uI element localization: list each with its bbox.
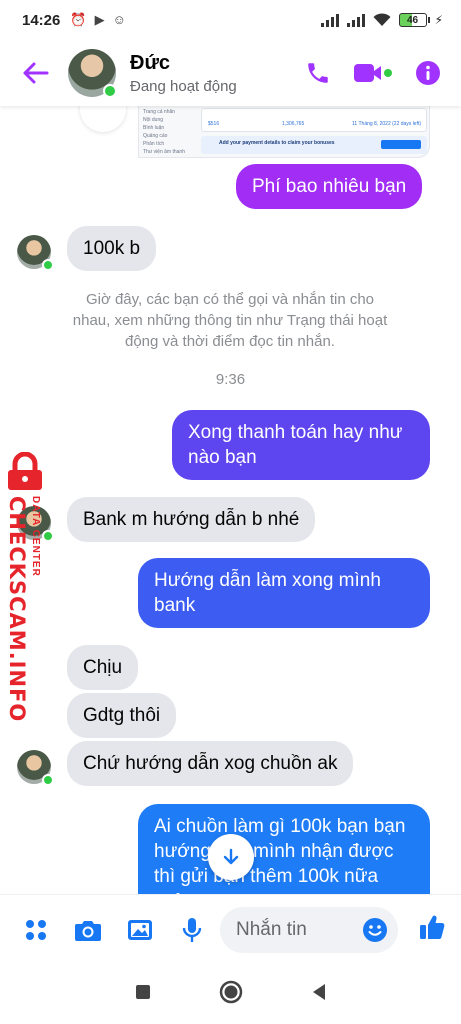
gallery-button[interactable]: [126, 916, 154, 944]
signal-icon: [320, 13, 339, 27]
video-call-button[interactable]: [353, 61, 393, 85]
home-nav-button[interactable]: [219, 980, 243, 1009]
emoji-icon: [363, 917, 387, 942]
contact-info[interactable]: Đức Đang hoạt động: [130, 52, 237, 95]
image-text: Nội dung: [143, 117, 164, 123]
lock-icon: [8, 452, 42, 490]
charging-icon: ⚡: [434, 13, 443, 27]
battery-level: 46: [407, 14, 419, 26]
reaction-button[interactable]: [80, 106, 126, 132]
emoji-button[interactable]: [362, 917, 388, 949]
online-indicator: [42, 774, 54, 786]
info-button[interactable]: [415, 60, 441, 86]
contact-avatar[interactable]: [68, 49, 117, 98]
image-stat: 1,306,765: [282, 121, 305, 127]
like-icon: [420, 915, 445, 940]
shared-image[interactable]: Trang cá nhân Nội dung Bình luận Quảng c…: [138, 106, 430, 158]
phone-icon: [308, 63, 328, 83]
contact-name: Đức: [130, 51, 171, 74]
system-note: Giờ đây, các bạn có thể gọi và nhắn tin …: [72, 291, 388, 350]
message-list[interactable]: Trang cá nhân Nội dung Bình luận Quảng c…: [0, 106, 461, 894]
voice-button[interactable]: [178, 916, 206, 944]
mic-icon: [182, 917, 202, 942]
call-button[interactable]: [305, 60, 331, 86]
info-icon: [416, 61, 440, 85]
image-text: Thư viện âm thanh: [143, 149, 185, 155]
image-button: [381, 140, 421, 149]
message-bubble-in[interactable]: Gdtg thôi: [67, 693, 177, 738]
image-text: Bình luận: [143, 125, 165, 131]
status-bar: 14:26 ⏰ ▶ ☺ 46 ⚡: [0, 0, 461, 40]
watermark-text: CHECKSCAM.INFO: [5, 496, 29, 723]
alarm-icon: ⏰: [70, 12, 87, 27]
menu-dots-icon: [26, 919, 46, 940]
back-arrow-icon: [23, 62, 49, 84]
chat-header: Đức Đang hoạt động: [0, 40, 461, 106]
video-icon: [354, 64, 392, 82]
camera-button[interactable]: [74, 916, 102, 944]
image-text: Trang cá nhân: [143, 109, 176, 115]
image-text: Phân tích: [143, 141, 165, 147]
message-bubble-out[interactable]: Xong thanh toán hay như nào bạn: [172, 410, 430, 480]
watermark-subtext: DATA CENTER: [30, 496, 41, 577]
signal-icon-2: [346, 13, 365, 27]
image-stats-panel: $516 1,306,765 11 Tháng 8, 2022 (22 days…: [201, 108, 427, 132]
scroll-down-button[interactable]: [208, 834, 254, 880]
back-nav-icon: [312, 983, 325, 1000]
message-bubble-out[interactable]: Hướng dẫn làm xong mình bank: [138, 558, 430, 628]
scroll-down-icon: [223, 848, 239, 865]
recents-nav-button[interactable]: [135, 984, 151, 1005]
image-stat: $516: [208, 121, 220, 127]
message-bubble-out[interactable]: Phí bao nhiêu bạn: [236, 164, 423, 209]
online-indicator: [42, 259, 54, 271]
image-sidebar: Trang cá nhân Nội dung Bình luận Quảng c…: [143, 106, 197, 157]
message-bubble-in[interactable]: Chịu: [67, 645, 139, 690]
play-icon: ▶: [94, 12, 105, 27]
menu-button[interactable]: [22, 916, 50, 944]
camera-icon: [75, 920, 101, 941]
watermark: CHECKSCAM.INFO DATA CENTER: [0, 452, 56, 722]
gallery-icon: [128, 919, 152, 940]
message-composer: Nhắn tin: [0, 894, 461, 964]
status-time: 14:26: [22, 11, 61, 29]
message-input-placeholder: Nhắn tin: [236, 918, 307, 940]
message-avatar[interactable]: [17, 235, 54, 271]
battery-icon: 46: [398, 13, 430, 27]
system-nav-bar: [0, 964, 461, 1024]
online-indicator: [103, 84, 117, 98]
image-text: Quảng cáo: [143, 133, 168, 139]
message-bubble-in[interactable]: 100k b: [67, 226, 157, 271]
like-button[interactable]: [418, 913, 446, 946]
message-avatar[interactable]: [17, 750, 54, 786]
message-bubble-in[interactable]: Chứ hướng dẫn xog chuồn ak: [67, 741, 354, 786]
message-bubble-out[interactable]: Ai chuồn làm gì 100k bạn bạn hướng dẫn m…: [138, 804, 430, 894]
wifi-icon: [373, 13, 391, 26]
recents-nav-icon: [135, 984, 150, 999]
notification-icon: ☺: [112, 12, 126, 27]
back-nav-button[interactable]: [311, 983, 327, 1006]
message-input[interactable]: Nhắn tin: [220, 906, 398, 953]
image-text: Add your payment details to claim your b…: [219, 140, 335, 146]
contact-status: Đang hoạt động: [130, 77, 237, 95]
image-stat: 11 Tháng 8, 2022 (22 days left): [352, 121, 422, 127]
image-payment-row: Add your payment details to claim your b…: [201, 136, 427, 154]
back-button[interactable]: [18, 55, 54, 91]
message-bubble-in[interactable]: Bank m hướng dẫn b nhé: [67, 497, 316, 542]
message-timestamp: 9:36: [215, 371, 246, 388]
home-nav-icon: [219, 980, 242, 1003]
